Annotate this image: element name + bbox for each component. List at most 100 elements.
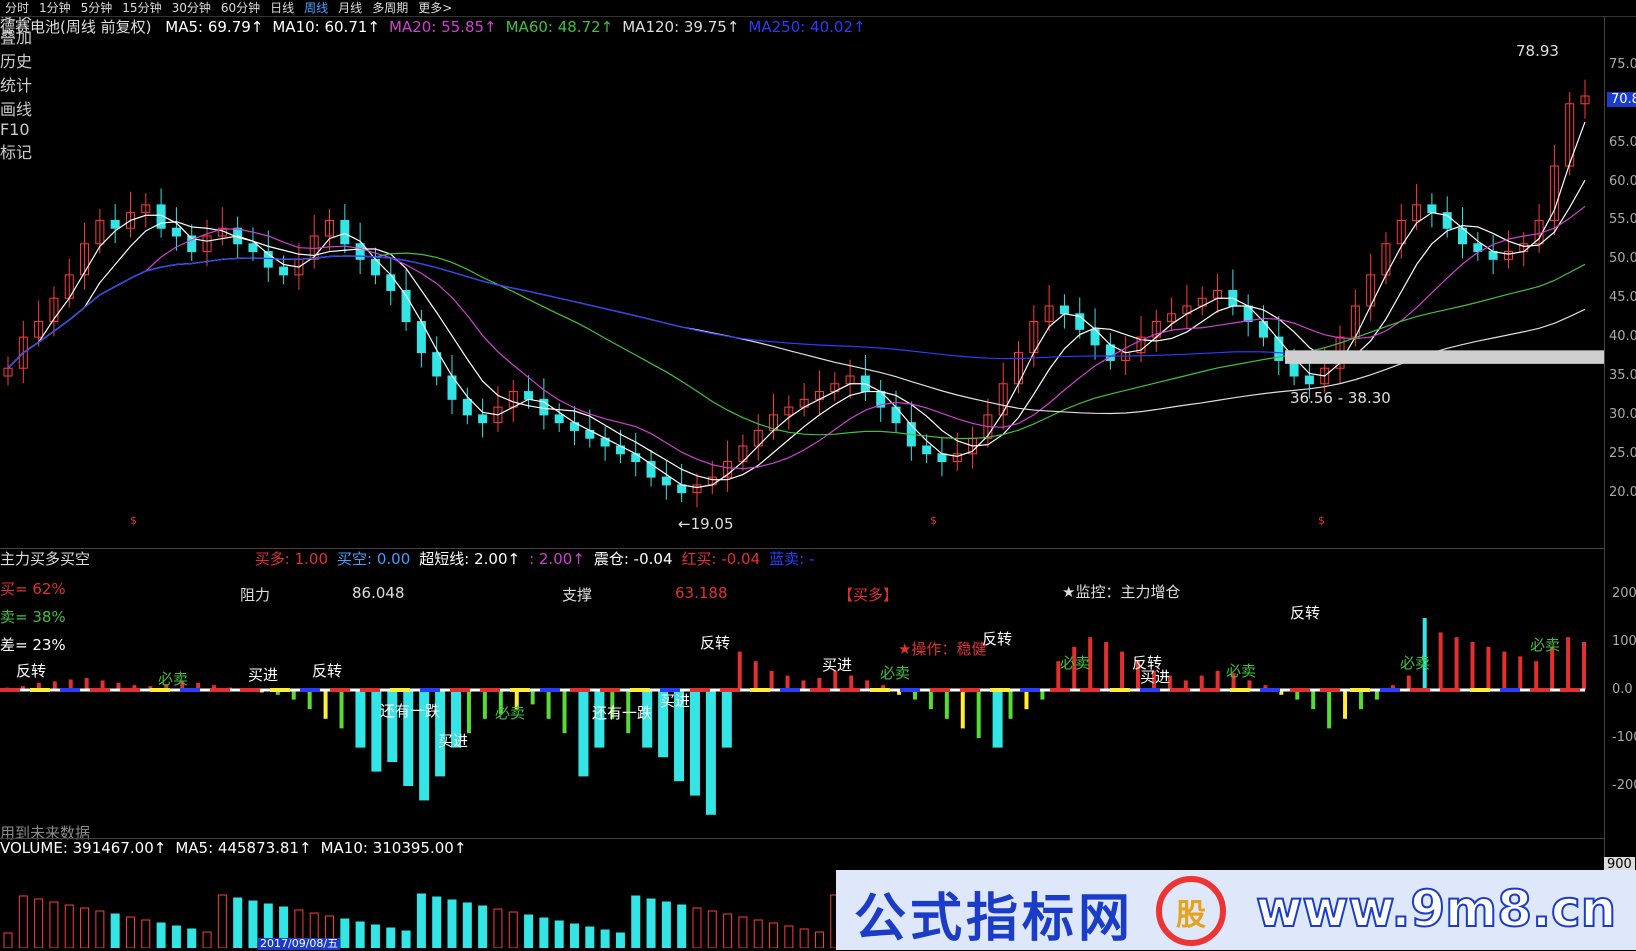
signal-label: 还有一跌 [592, 704, 653, 722]
candle-body [1059, 305, 1069, 315]
watermark-url: www.9m8.cn [1255, 879, 1617, 939]
ma-line [7, 179, 1586, 481]
indicator-bar [1454, 637, 1459, 690]
signal-label: 必卖 [1530, 636, 1561, 654]
indicator-bar [1470, 642, 1475, 690]
indicator-bar [466, 690, 471, 734]
tab-15分钟[interactable]: 15分钟 [117, 0, 166, 16]
volume-bar [202, 931, 212, 948]
tab-更多>[interactable]: 更多> [413, 0, 457, 16]
price-axis-tick: 75.00 [1609, 56, 1636, 72]
indicator-axis-tick: -200 [1612, 778, 1636, 793]
volume-bar [3, 932, 13, 948]
tab-分时[interactable]: 分时 [0, 0, 34, 16]
price-axis-tick: 60.00 [1609, 173, 1636, 189]
indicator-bar [992, 690, 1003, 748]
volume-bar [738, 916, 748, 948]
candle-body [171, 227, 181, 237]
indicator-chart[interactable] [0, 548, 1604, 838]
indicator-axis-tick: 0.0 [1612, 682, 1633, 697]
volume-bar [631, 895, 641, 948]
indicator-bar [1582, 642, 1586, 690]
indicator-bar [849, 675, 854, 690]
candle-body [462, 398, 472, 416]
volume-bar [386, 927, 396, 948]
watermark-banner: 公式指标网 股 www.9m8.cn [836, 870, 1636, 950]
volume-bar [600, 929, 610, 948]
candle-body [891, 406, 901, 424]
indicator-bar [1438, 632, 1443, 690]
volume-bar [233, 897, 243, 948]
ma-line [7, 205, 1586, 470]
tab-日线[interactable]: 日线 [265, 0, 299, 16]
indicator-bar [769, 670, 774, 690]
signal-label: 买进 [822, 656, 853, 674]
volume-bar [799, 928, 809, 948]
price-axis-tick: 30.00 [1609, 406, 1636, 422]
candle-body [110, 219, 120, 229]
candle-body [279, 266, 289, 276]
watermark-text: 公式指标网 [854, 889, 1135, 949]
volume-bar [615, 932, 625, 948]
volume-bar [753, 919, 763, 948]
candle-body [432, 352, 442, 377]
volume-bar [585, 926, 595, 948]
candle-body [340, 219, 350, 245]
tab-月线[interactable]: 月线 [333, 0, 367, 16]
candle-body [937, 453, 947, 463]
tab-30分钟[interactable]: 30分钟 [167, 0, 216, 16]
volume-bar [370, 924, 380, 948]
volume-bar [769, 922, 779, 948]
candle-body [524, 391, 534, 400]
indicator-bar [546, 690, 551, 719]
volume-bar [462, 902, 472, 948]
price-axis-tick: 40.00 [1609, 329, 1636, 345]
candle-body [1488, 251, 1498, 260]
indicator-bar [1327, 690, 1332, 729]
candle-body [554, 414, 564, 424]
signal-label: 买进 [1140, 668, 1171, 686]
tab-周线[interactable]: 周线 [299, 0, 333, 16]
volume-bar [141, 919, 151, 948]
volume-bar [493, 908, 503, 948]
volume-bar [524, 914, 534, 948]
event-marker: $ [1318, 514, 1325, 526]
candle-body [1427, 204, 1437, 214]
cursor-date: 2017/09/08/五 [258, 937, 341, 950]
indicator-bar [84, 678, 89, 690]
indicator-bar [737, 651, 742, 690]
tab-60分钟[interactable]: 60分钟 [216, 0, 265, 16]
signal-label: 买进 [438, 732, 469, 750]
candle-body [355, 243, 365, 260]
price-chart[interactable]: $ $ $ [0, 16, 1604, 526]
candle-body [386, 274, 396, 291]
volume-bar [248, 900, 258, 948]
indicator-bar [785, 675, 790, 690]
low-label: ←19.05 [678, 515, 734, 533]
indicator-bar [1534, 661, 1539, 690]
tab-5分钟[interactable]: 5分钟 [76, 0, 118, 16]
support-band [1285, 350, 1604, 364]
tab-多周期[interactable]: 多周期 [367, 0, 413, 16]
price-axis-tick: 45.00 [1609, 290, 1636, 306]
volume-legend-item: MA5: 445873.81↑ [175, 839, 312, 857]
volume-bar [677, 904, 687, 948]
volume-bar [401, 930, 411, 948]
indicator-bar [530, 690, 535, 705]
price-axis-line [1604, 16, 1605, 950]
volume-bar [64, 904, 74, 948]
volume-bar [416, 893, 426, 948]
price-axis-tick: 20.00 [1609, 484, 1636, 500]
tab-1分钟[interactable]: 1分钟 [34, 0, 76, 16]
candle-body [922, 445, 932, 455]
signal-label: 必卖 [158, 670, 189, 688]
volume-bar [187, 928, 197, 948]
volume-bar [80, 907, 90, 948]
watermark-seal-text: 股 [1176, 898, 1206, 933]
volume-bar [49, 901, 59, 948]
indicator-bar [976, 690, 981, 738]
indicator-axis-tick: 200 [1612, 586, 1636, 601]
volume-bar [432, 896, 442, 948]
signal-label: 反转 [982, 630, 1013, 648]
candle-body [1258, 321, 1268, 338]
